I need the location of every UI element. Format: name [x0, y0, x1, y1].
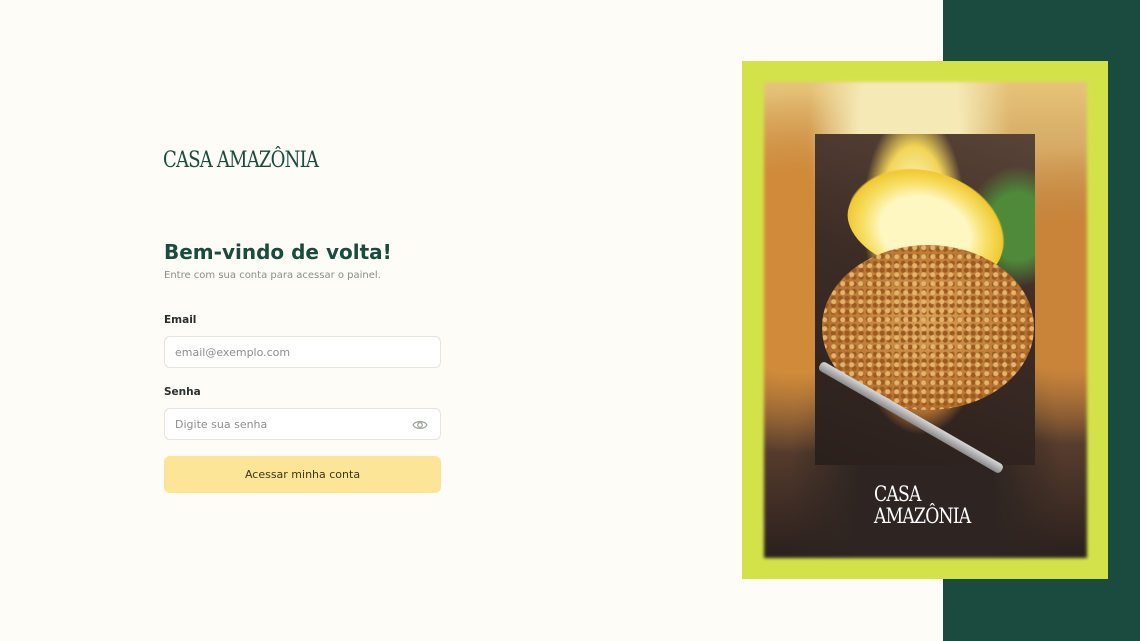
eye-icon[interactable] — [412, 417, 428, 431]
photo-logo-line2: AMAZÔNIA — [874, 504, 971, 528]
login-button[interactable]: Acessar minha conta — [164, 456, 441, 493]
page-title: Bem-vindo de volta! — [164, 240, 392, 264]
email-field-wrapper — [164, 336, 441, 368]
email-label: Email — [164, 314, 197, 326]
password-field-wrapper — [164, 408, 441, 440]
password-field[interactable] — [175, 409, 415, 439]
password-label: Senha — [164, 386, 201, 398]
photo-brand-logo: CASA AMAZÔNIA — [874, 482, 971, 528]
photo-logo-line1: CASA — [874, 482, 921, 506]
page-subtitle: Entre com sua conta para acessar o paine… — [164, 270, 381, 281]
brand-logo: CASA AMAZÔNIA — [163, 148, 319, 173]
email-field[interactable] — [175, 337, 415, 367]
